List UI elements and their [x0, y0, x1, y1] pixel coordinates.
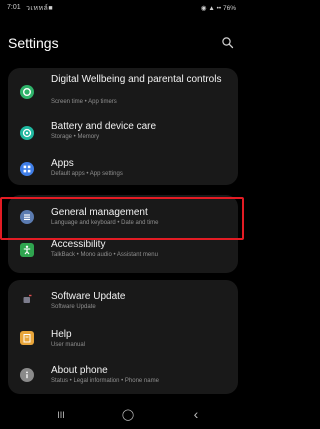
help-item[interactable]: Help User manual — [8, 319, 238, 353]
back-button[interactable]: ‹ — [186, 406, 206, 422]
page-title: Settings — [8, 35, 59, 51]
software-update-icon — [20, 292, 34, 306]
search-button[interactable] — [221, 36, 235, 50]
accessibility-item[interactable]: Accessibility TalkBack • Mono audio • As… — [8, 239, 238, 271]
item-subtitle: Storage • Memory — [51, 134, 100, 140]
notification-icons: วเหหล์■ — [26, 5, 54, 12]
item-title: About phone — [51, 365, 108, 376]
item-subtitle: User manual — [51, 342, 86, 348]
navigation-bar: III ◯ ‹ — [0, 402, 244, 429]
item-title: Battery and device care — [51, 121, 157, 132]
home-button[interactable]: ◯ — [118, 408, 138, 422]
item-subtitle: Screen time • App timers — [51, 99, 117, 105]
about-phone-item[interactable]: About phone Status • Legal information •… — [8, 356, 238, 392]
wellbeing-item[interactable]: Digital Wellbeing and parental controls … — [8, 68, 238, 112]
info-icon — [20, 368, 34, 382]
item-title: Digital Wellbeing and parental controls — [51, 74, 222, 85]
recents-button[interactable]: III — [51, 410, 71, 424]
device-care-icon — [20, 126, 34, 140]
accessibility-icon — [20, 243, 34, 257]
help-icon — [20, 331, 34, 345]
item-title: Apps — [51, 158, 74, 169]
item-subtitle: Software Update — [51, 304, 96, 310]
item-subtitle: Status • Legal information • Phone name — [51, 378, 159, 384]
item-title: Accessibility — [51, 239, 106, 250]
settings-group-1: Digital Wellbeing and parental controls … — [8, 68, 238, 185]
search-icon — [222, 37, 234, 49]
software-update-item[interactable]: Software Update Software Update — [8, 283, 238, 317]
device-care-item[interactable]: Battery and device care Storage • Memory — [8, 114, 238, 148]
wellbeing-icon — [20, 85, 34, 99]
status-bar: 7:01 วเหหล์■ ◉ ▲ •• 76% — [0, 0, 244, 16]
item-title: Software Update — [51, 291, 126, 302]
apps-item[interactable]: Apps Default apps • App settings — [8, 148, 238, 182]
item-subtitle: TalkBack • Mono audio • Assistant menu — [51, 252, 158, 258]
apps-icon — [20, 162, 34, 176]
item-subtitle: Default apps • App settings — [51, 171, 123, 177]
selection-highlight — [0, 197, 244, 240]
item-title: Help — [51, 329, 72, 340]
system-status-icons: ◉ ▲ •• 76% — [200, 5, 236, 12]
settings-group-3: Software Update Software Update Help Use… — [8, 280, 238, 394]
status-time: 7:01 — [7, 4, 21, 11]
